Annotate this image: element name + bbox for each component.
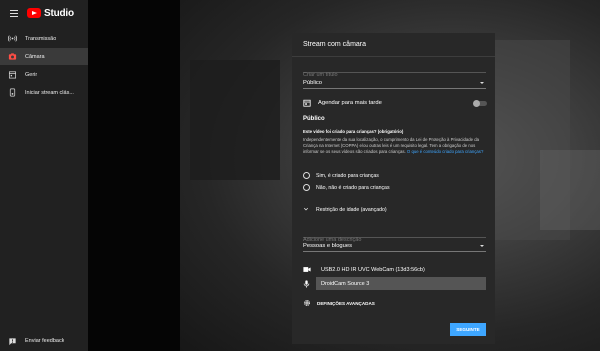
topbar: Studio [0,0,88,26]
sidebar-item-camara[interactable]: Câmara [0,48,88,65]
mic-device-select[interactable]: DroidCam Source 3 [316,277,486,290]
radio-yes-label: Sim, é criado para crianças [316,172,379,179]
visibility-select[interactable]: Público [303,80,486,89]
sidebar-item-label: Iniciar stream clás... [25,89,74,96]
dropdown-caret-icon [480,82,484,84]
camera-device-row: USB2.0 HD IR UVC WebCam (13d3:56cb) [303,263,486,276]
coppa-description: Independentemente da sua localização, o … [303,137,489,155]
menu-icon[interactable] [8,6,22,20]
visibility-value: Público [303,80,323,86]
audience-heading: Público [303,116,325,122]
sidebar-item-label: Câmara [25,53,45,60]
sidebar-item-label: Transmissão [25,35,57,42]
camera-icon [8,52,17,61]
schedule-label: Agendar para mais tarde [318,100,382,106]
sidebar: Studio Transmissão Câmara Gerir Iniciar … [0,0,88,351]
radio-no-label: Não, não é criado para crianças [316,184,390,191]
logo-text: Studio [44,7,74,19]
age-restriction-toggle[interactable]: Restrição de idade (avançado) [303,206,387,214]
calendar-icon [8,70,17,79]
kids-question: Este vídeo foi criado para crianças? (ob… [303,129,404,134]
next-button[interactable]: SEGUINTE [450,323,486,336]
description-input[interactable]: Adicione uma descrição [303,228,486,243]
sidebar-item-gerir[interactable]: Gerir [0,66,88,83]
calendar-icon [303,99,311,107]
gear-icon [303,299,311,307]
encoder-icon [8,88,17,97]
title-placeholder: Criar um título [303,72,338,78]
radio-button[interactable] [303,184,310,191]
send-feedback-button[interactable]: Enviar feedback [0,334,88,348]
feedback-icon [8,337,17,346]
mic-device-row: DroidCam Source 3 [303,277,486,290]
chevron-down-icon [303,206,310,214]
camera-device-select[interactable]: USB2.0 HD IR UVC WebCam (13d3:56cb) [316,263,486,276]
radio-yes-option[interactable]: Sim, é criado para crianças [303,172,379,179]
advanced-settings-label: DEFINIÇÕES AVANÇADAS [317,300,375,306]
title-input[interactable]: Criar um título [303,63,486,78]
kids-content-link[interactable]: O que é conteúdo criado para crianças? [407,149,483,154]
divider [292,56,495,57]
sidebar-item-label: Gerir [25,71,38,78]
stream-dialog: Stream com câmara Criar um título Públic… [292,33,495,344]
schedule-toggle[interactable] [473,99,487,107]
app-window: Studio Transmissão Câmara Gerir Iniciar … [0,0,600,351]
sidebar-item-iniciar-stream[interactable]: Iniciar stream clás... [0,84,88,101]
advanced-settings-button[interactable]: DEFINIÇÕES AVANÇADAS [303,299,375,307]
microphone-icon [303,279,311,288]
studio-logo[interactable]: Studio [27,8,74,19]
broadcast-icon [8,34,17,43]
sidebar-item-transmissao[interactable]: Transmissão [0,30,88,47]
radio-no-option[interactable]: Não, não é criado para crianças [303,184,390,191]
video-camera-icon [303,266,311,273]
category-value: Pessoas e blogues [303,243,352,249]
age-restriction-label: Restrição de idade (avançado) [316,207,387,213]
category-select[interactable]: Pessoas e blogues [303,243,486,252]
dropdown-caret-icon [480,245,484,247]
feedback-label: Enviar feedback [25,338,65,344]
sidebar-nav: Transmissão Câmara Gerir Iniciar stream … [0,30,88,102]
schedule-row: Agendar para mais tarde [303,99,382,107]
dialog-title: Stream com câmara [303,41,367,48]
radio-button[interactable] [303,172,310,179]
youtube-logo-icon [27,8,41,18]
